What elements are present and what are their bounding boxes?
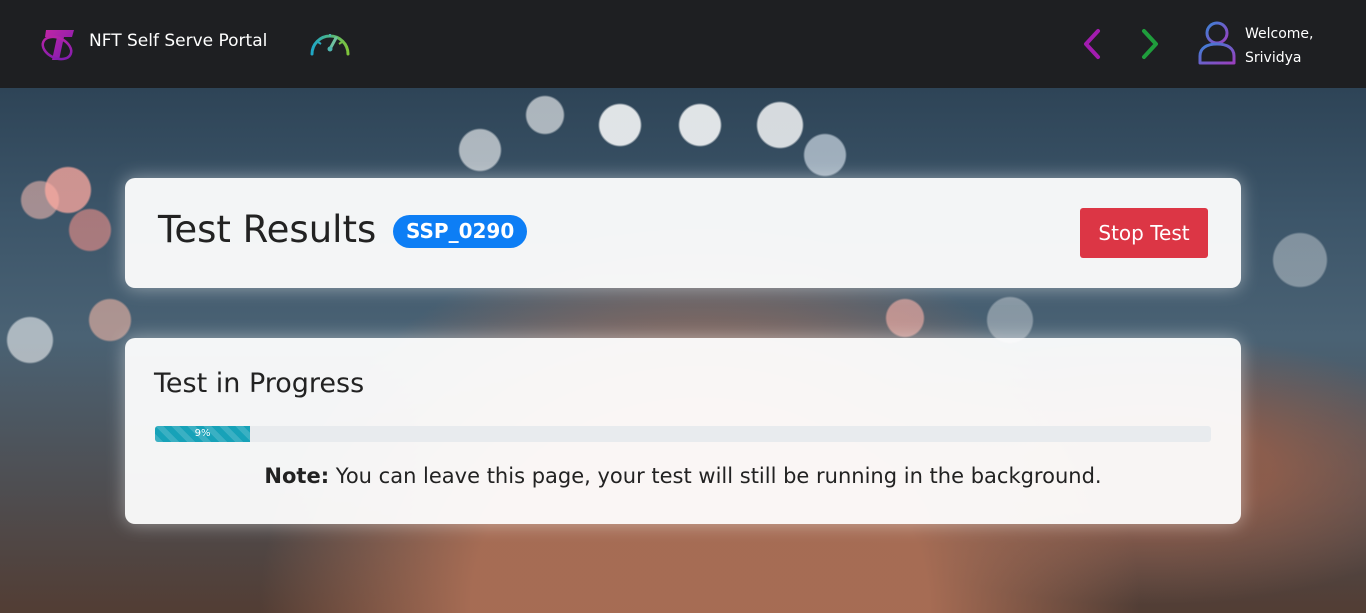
background-note: Note: You can leave this page, your test… (125, 464, 1241, 488)
welcome-username: Srividya (1245, 50, 1302, 66)
test-progress-card: Test in Progress 9% Note: You can leave … (125, 338, 1241, 524)
note-label: Note: (264, 464, 330, 488)
progress-fill: 9% (155, 426, 251, 442)
brand-name[interactable]: NFT Self Serve Portal (89, 31, 267, 51)
chevron-right-icon[interactable] (1136, 26, 1164, 62)
welcome-greeting: Welcome, (1245, 26, 1314, 42)
stop-test-button[interactable]: Stop Test (1080, 208, 1208, 258)
welcome-text: Welcome, Srividya (1245, 22, 1314, 70)
note-text: You can leave this page, your test will … (329, 464, 1102, 488)
user-icon[interactable] (1196, 20, 1238, 66)
telstra-logo-icon[interactable] (40, 22, 78, 64)
test-results-card: Test Results SSP_0290 Stop Test (125, 178, 1241, 288)
speedometer-icon[interactable] (308, 26, 352, 60)
progress-title: Test in Progress (154, 368, 365, 399)
page-title: Test Results (158, 208, 377, 251)
test-id-badge: SSP_0290 (393, 215, 528, 248)
progress-bar: 9% (155, 426, 1211, 442)
chevron-left-icon[interactable] (1078, 26, 1106, 62)
top-navbar: NFT Self Serve Portal Welcome, Srividya (0, 0, 1366, 88)
